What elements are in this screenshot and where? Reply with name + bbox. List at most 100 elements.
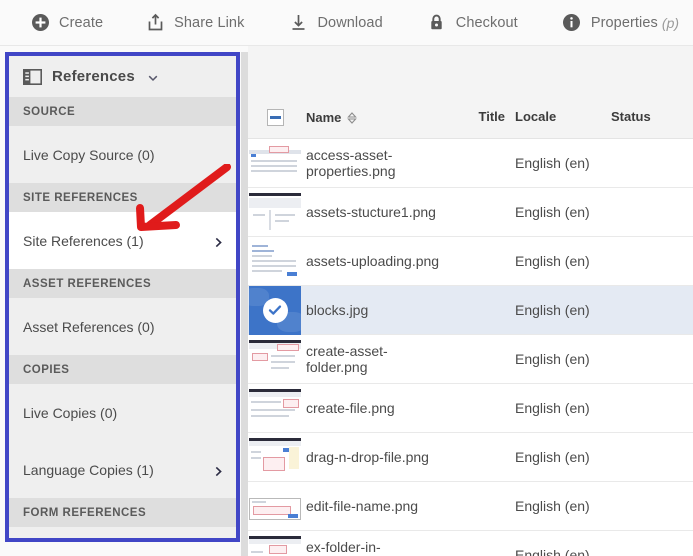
sidebar-item-live-copy-source[interactable]: Live Copy Source (0): [9, 126, 236, 183]
asset-name: drag-n-drop-file.png: [306, 449, 429, 465]
asset-locale: English (en): [515, 204, 590, 220]
asset-list-table: Name Title Locale Status access-asset-pr…: [248, 46, 693, 556]
row-thumbnail-cell[interactable]: [248, 188, 302, 237]
asset-locale: English (en): [515, 155, 590, 171]
references-panel-title: References: [52, 68, 135, 85]
properties-label: Properties: [590, 14, 658, 31]
asset-thumbnail-selected: [249, 285, 301, 335]
row-thumbnail-cell[interactable]: [248, 139, 302, 188]
share-link-button[interactable]: Share Link: [135, 0, 254, 46]
table-row[interactable]: create-asset-folder.png English (en): [248, 335, 693, 384]
asset-thumbnail: [249, 144, 301, 182]
chevron-down-icon[interactable]: [147, 71, 159, 83]
asset-locale: English (en): [515, 449, 590, 465]
sidebar-item-label: Site References (1): [23, 232, 144, 249]
select-all-cell[interactable]: [248, 108, 302, 126]
asset-thumbnail: [249, 536, 301, 556]
share-upload-icon: [145, 13, 165, 33]
row-thumbnail-cell[interactable]: [248, 384, 302, 433]
section-heading-source: SOURCE: [9, 97, 236, 126]
info-circle-icon: [562, 13, 582, 33]
column-header-locale-label: Locale: [515, 109, 557, 124]
asset-thumbnail: [249, 498, 301, 520]
chevron-right-icon[interactable]: [213, 235, 224, 248]
table-row[interactable]: create-file.png English (en): [248, 384, 693, 433]
table-row[interactable]: edit-file-name.png English (en): [248, 482, 693, 531]
create-button[interactable]: Create: [20, 0, 113, 46]
sidebar-item-site-references[interactable]: Site References (1): [9, 212, 236, 269]
section-heading-form-references: FORM REFERENCES: [9, 498, 236, 527]
create-label: Create: [59, 14, 104, 31]
asset-locale: English (en): [515, 498, 590, 514]
asset-name: access-asset-properties.png: [306, 147, 396, 179]
asset-name: edit-file-name.png: [306, 498, 419, 514]
sidebar-item-asset-references[interactable]: Asset References (0): [9, 298, 236, 355]
table-row[interactable]: access-asset-properties.png English (en): [248, 139, 693, 188]
table-header-row: Name Title Locale Status: [248, 96, 693, 139]
sidebar-item-label: Asset References (0): [23, 318, 155, 335]
asset-locale: English (en): [515, 400, 590, 416]
row-thumbnail-cell[interactable]: [248, 531, 302, 556]
column-header-name[interactable]: Name: [302, 110, 445, 125]
asset-locale: English (en): [515, 302, 590, 318]
table-top-spacer: [248, 46, 693, 96]
asset-thumbnail: [249, 242, 301, 280]
references-panel-header[interactable]: References: [9, 56, 236, 97]
chevron-right-icon[interactable]: [213, 464, 224, 477]
column-header-title[interactable]: Title: [445, 108, 506, 126]
asset-name: assets-stucture1.png: [306, 204, 436, 220]
download-label: Download: [317, 14, 383, 31]
download-arrow-icon: [288, 13, 308, 33]
section-heading-asset-references: ASSET REFERENCES: [9, 269, 236, 298]
panel-divider-strip: [241, 52, 248, 556]
download-button[interactable]: Download: [278, 0, 392, 46]
sidebar-item-label: Language Copies (1): [23, 461, 154, 478]
share-link-label: Share Link: [174, 14, 245, 31]
properties-shortcut: (p): [661, 14, 680, 31]
sort-updown-icon[interactable]: [347, 111, 358, 124]
asset-thumbnail: [249, 438, 301, 476]
column-header-name-label: Name: [306, 109, 342, 125]
table-row[interactable]: ex-folder-in-structure.png English (en): [248, 531, 693, 556]
top-toolbar: Create Share Link Download Checkout Prop…: [0, 0, 693, 46]
plus-circle-icon: [30, 13, 50, 33]
checkout-button[interactable]: Checkout: [417, 0, 528, 46]
properties-button[interactable]: Properties (p): [552, 0, 689, 46]
asset-name: ex-folder-in-structure.png: [306, 539, 388, 556]
column-header-locale[interactable]: Locale: [505, 108, 601, 126]
column-header-title-label: Title: [478, 109, 506, 124]
column-header-status-label: Status: [611, 109, 651, 124]
section-heading-site-references: SITE REFERENCES: [9, 183, 236, 212]
row-thumbnail-cell[interactable]: [248, 482, 302, 531]
asset-thumbnail: [249, 340, 301, 378]
asset-name: assets-uploading.png: [306, 253, 440, 269]
asset-thumbnail: [249, 389, 301, 427]
section-heading-copies: COPIES: [9, 355, 236, 384]
checkmark-circle-icon: [262, 297, 288, 323]
table-row[interactable]: blocks.jpg English (en): [248, 285, 693, 335]
sidebar-item-label: Live Copies (0): [23, 404, 118, 421]
lock-icon: [427, 13, 447, 33]
asset-name: create-asset-folder.png: [306, 343, 388, 375]
table-row[interactable]: assets-uploading.png English (en): [248, 237, 693, 286]
references-rail-panel: References SOURCE Live Copy Source (0) S…: [5, 52, 240, 542]
asset-name: blocks.jpg: [306, 302, 369, 318]
asset-locale: English (en): [515, 253, 590, 269]
asset-locale: English (en): [515, 547, 590, 556]
sidebar-item-language-copies[interactable]: Language Copies (1): [9, 441, 236, 498]
rail-panel-icon: [23, 68, 42, 85]
row-thumbnail-cell[interactable]: [248, 433, 302, 482]
sidebar-item-live-copies[interactable]: Live Copies (0): [9, 384, 236, 441]
row-thumbnail-cell[interactable]: [248, 335, 302, 384]
asset-thumbnail: [249, 193, 301, 231]
select-all-checkbox[interactable]: [266, 108, 284, 126]
sidebar-item-label: Live Copy Source (0): [23, 146, 155, 163]
row-thumbnail-cell[interactable]: [248, 285, 302, 335]
table-row[interactable]: drag-n-drop-file.png English (en): [248, 433, 693, 482]
column-header-status[interactable]: Status: [601, 108, 693, 126]
checkout-label: Checkout: [455, 14, 518, 31]
sidebar-item-form-references[interactable]: Form References (0): [9, 527, 236, 538]
table-row[interactable]: assets-stucture1.png English (en): [248, 188, 693, 237]
row-thumbnail-cell[interactable]: [248, 237, 302, 286]
asset-locale: English (en): [515, 351, 590, 367]
